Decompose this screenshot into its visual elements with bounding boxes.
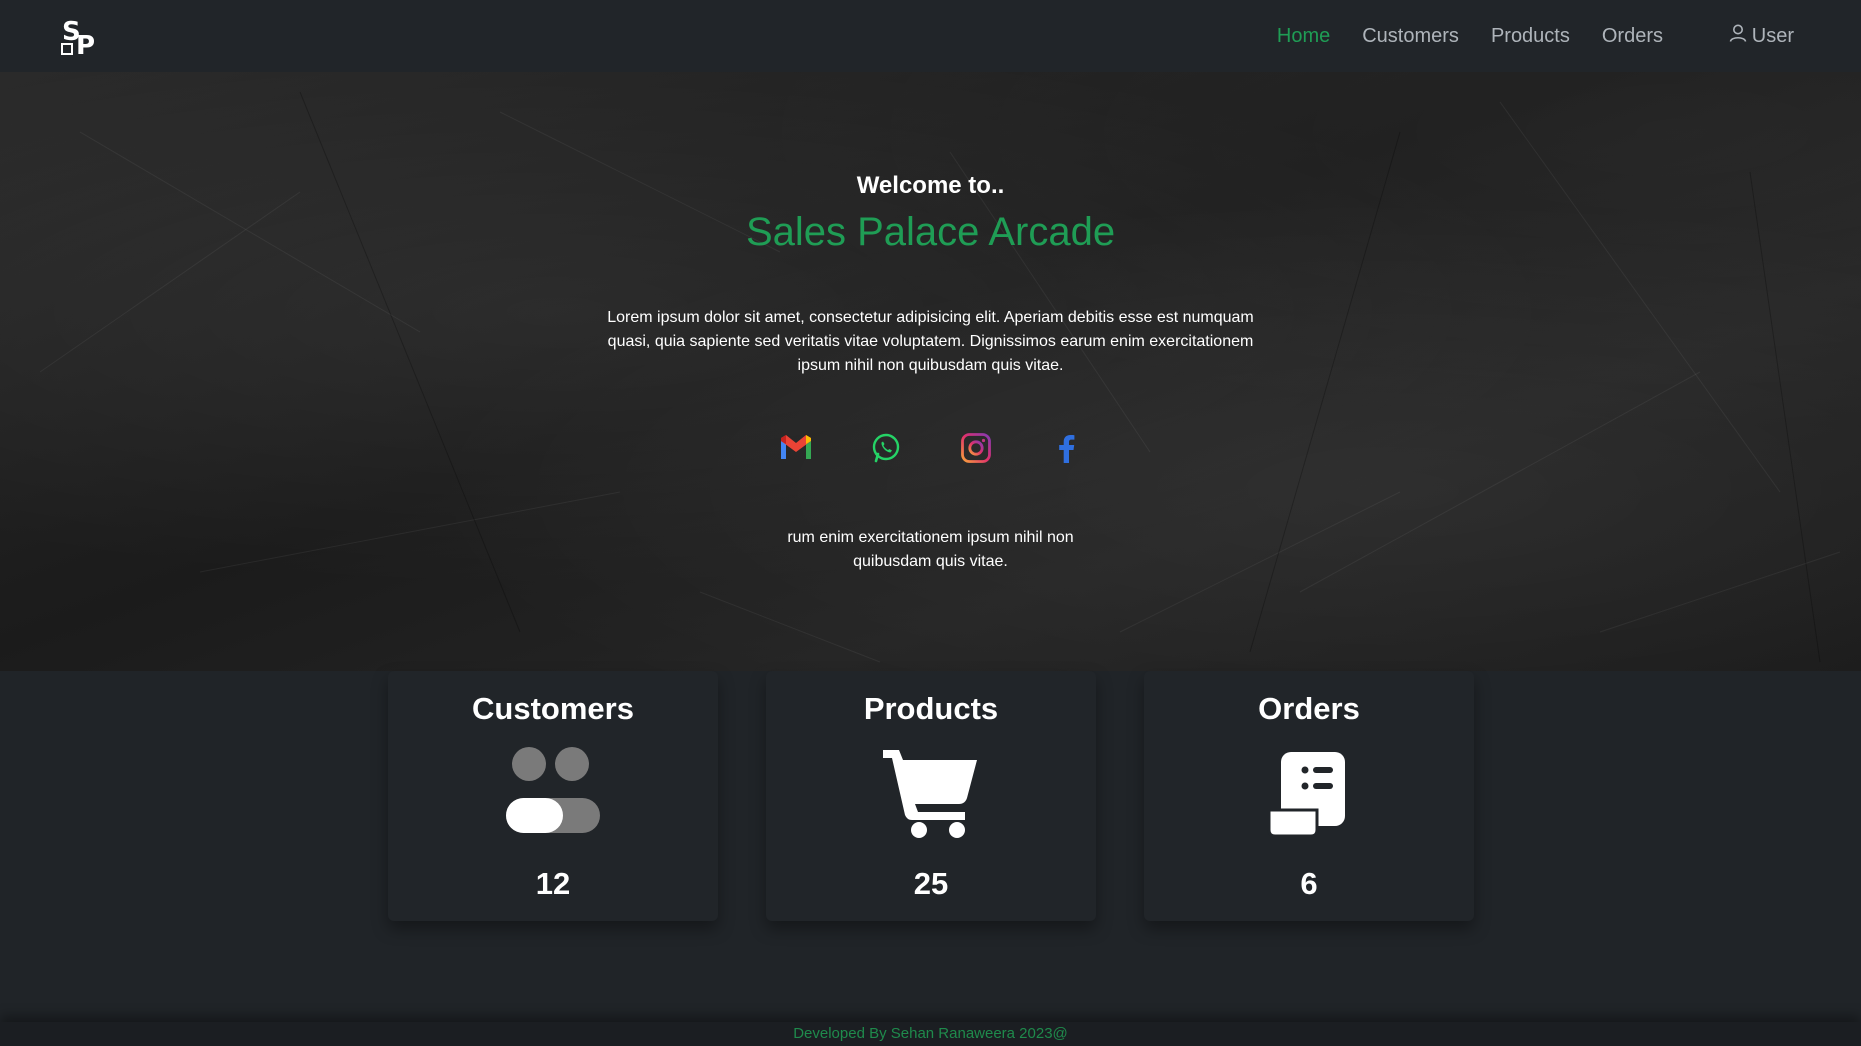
receipt-list-icon [1144, 746, 1474, 841]
social-links [0, 430, 1861, 466]
customers-count: 12 [535, 866, 571, 901]
sp-logo-icon[interactable]: S P [58, 14, 102, 61]
welcome-heading: Welcome to.. [856, 172, 1005, 199]
products-card-title: Products [863, 691, 999, 726]
customers-card-title: Customers [472, 691, 634, 726]
nav-products-link[interactable]: Products [1491, 25, 1570, 48]
instagram-icon[interactable] [958, 430, 994, 466]
user-icon [1728, 23, 1748, 49]
gmail-icon[interactable] [778, 430, 814, 466]
nav-home-link[interactable]: Home [1277, 25, 1330, 48]
orders-card[interactable]: Orders 6 [1144, 671, 1474, 921]
facebook-icon[interactable] [1048, 430, 1084, 466]
cart-icon [766, 746, 1096, 841]
nav-user-menu[interactable]: User [1728, 0, 1794, 72]
user-label: User [1751, 24, 1794, 47]
footer: Developed By Sehan Ranaweera 2023@ [0, 1022, 1861, 1046]
outro-paragraph: rum enim exercitationem ipsum nihil non … [787, 529, 1074, 570]
whatsapp-icon[interactable] [868, 430, 904, 466]
hero-section: Welcome to.. Sales Palace Arcade Lorem i… [0, 72, 1861, 671]
customers-card[interactable]: Customers 12 [388, 671, 718, 921]
orders-card-title: Orders [1258, 691, 1360, 726]
products-count: 25 [913, 866, 949, 901]
toggle-users-icon [388, 746, 718, 841]
nav-orders-link[interactable]: Orders [1602, 25, 1663, 48]
nav-customers-link[interactable]: Customers [1362, 25, 1459, 48]
navbar: S P Home Customers Products Orders User [0, 0, 1861, 72]
orders-count: 6 [1300, 866, 1318, 901]
brand-title: Sales Palace Arcade [745, 210, 1116, 254]
nav-links: Home Customers Products Orders [1277, 0, 1663, 72]
products-card[interactable]: Products 25 [766, 671, 1096, 921]
svg-text:P: P [76, 31, 95, 58]
intro-paragraph: Lorem ipsum dolor sit amet, consectetur … [607, 309, 1254, 374]
